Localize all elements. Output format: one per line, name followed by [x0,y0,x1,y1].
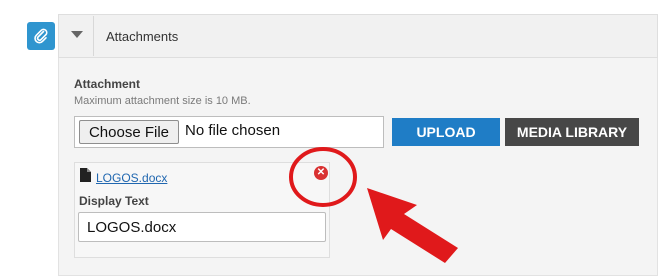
close-circle-icon[interactable]: ✕ [314,166,328,180]
display-text-input[interactable] [78,212,326,242]
section-title: Attachments [106,29,179,44]
attachment-label: Attachment [74,77,141,91]
collapse-toggle[interactable] [60,16,94,56]
attachment-size-hint: Maximum attachment size is 10 MB. [74,95,251,107]
choose-file-button[interactable]: Choose File [79,120,179,144]
file-icon [80,168,91,182]
top-spacer [0,0,658,12]
no-file-chosen-text: No file chosen [185,122,281,139]
attachments-section-badge [27,22,55,50]
attachment-file-link[interactable]: LOGOS.docx [96,171,167,185]
paperclip-icon [34,28,48,44]
upload-button[interactable]: UPLOAD [392,118,500,146]
chevron-down-icon [71,31,83,38]
display-text-label: Display Text [79,194,149,208]
media-library-button[interactable]: MEDIA LIBRARY [505,118,639,146]
